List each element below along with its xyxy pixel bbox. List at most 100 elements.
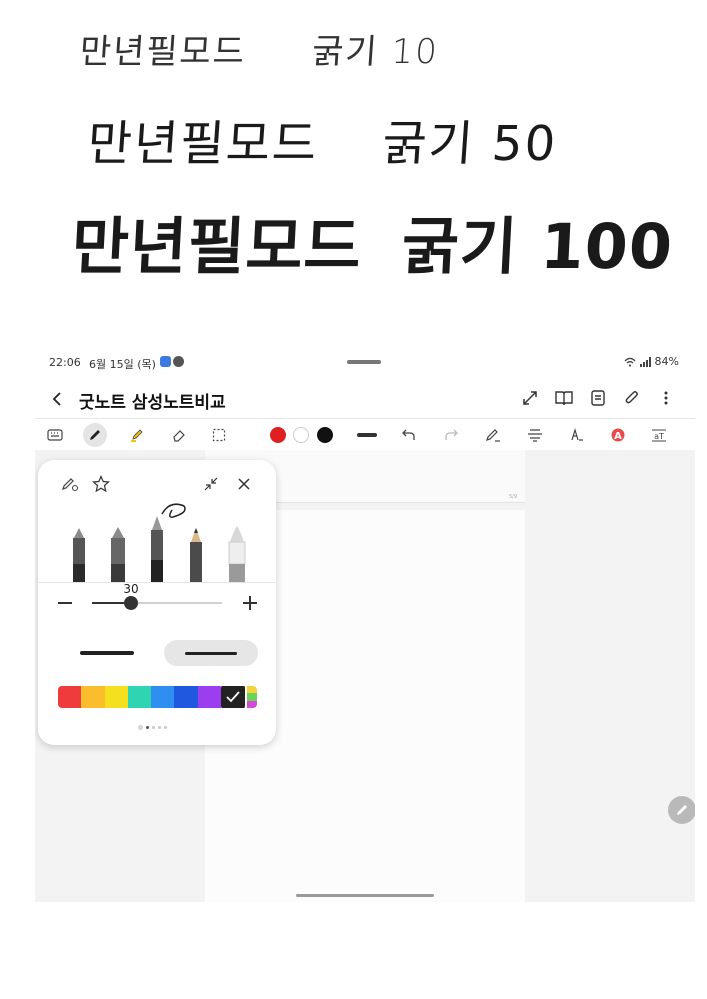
calligraphy-pen-option[interactable] bbox=[111, 527, 125, 582]
close-button[interactable] bbox=[234, 474, 254, 494]
svg-text:aT: aT bbox=[654, 432, 664, 441]
favorite-button[interactable] bbox=[91, 474, 111, 494]
increase-size-button[interactable] bbox=[243, 596, 257, 610]
palette-color[interactable] bbox=[127, 686, 152, 708]
page-title: 굿노트 삼성노트비교 bbox=[79, 393, 226, 413]
pen-to-text-button[interactable] bbox=[481, 423, 505, 447]
page-indicator-dot[interactable] bbox=[138, 725, 143, 730]
more-button[interactable] bbox=[655, 387, 677, 409]
app-notification-icon bbox=[160, 356, 171, 367]
book-icon bbox=[555, 391, 573, 406]
back-button[interactable] bbox=[51, 388, 71, 410]
text-style-icon: aT bbox=[652, 429, 666, 442]
palette-color[interactable] bbox=[151, 686, 175, 708]
stroke-size-button[interactable] bbox=[355, 423, 379, 447]
handwriting-line-100: 만년필모드 굵기 100 bbox=[70, 196, 676, 286]
handwriting-area: 만년필모드 굵기 10 만년필모드 굵기 50 만년필모드 굵기 100 bbox=[0, 0, 707, 300]
battery-level: 84% bbox=[654, 355, 679, 368]
fountain-pen-option[interactable] bbox=[73, 528, 85, 582]
size-slider-thumb[interactable] bbox=[124, 596, 138, 610]
attach-icon bbox=[625, 391, 638, 404]
page-indicator bbox=[138, 725, 167, 730]
pen-settings-icon bbox=[62, 478, 79, 492]
text-format-button[interactable] bbox=[564, 423, 588, 447]
pen-settings-button[interactable] bbox=[60, 474, 80, 494]
palette-color[interactable] bbox=[104, 686, 128, 708]
undo-button[interactable] bbox=[397, 423, 421, 447]
page-indicator-dot[interactable] bbox=[152, 726, 155, 729]
handwriting-mode-label: 만년필모드 bbox=[69, 210, 364, 283]
palette-color[interactable] bbox=[174, 686, 198, 708]
stroke-style-thin[interactable] bbox=[164, 640, 258, 666]
redo-button[interactable] bbox=[439, 423, 463, 447]
palette-color[interactable] bbox=[197, 686, 221, 708]
page-number: 5/9 bbox=[508, 494, 517, 500]
drawing-toolbar: A aT bbox=[35, 418, 695, 452]
pen-icon bbox=[90, 430, 100, 440]
redo-icon bbox=[445, 429, 458, 440]
size-value: 30 bbox=[123, 582, 139, 596]
lasso-icon bbox=[212, 428, 226, 442]
pen-tool-button[interactable] bbox=[83, 423, 107, 447]
stroke-style-row bbox=[38, 640, 276, 666]
status-time: 22:06 bbox=[49, 356, 81, 369]
more-colors-button[interactable] bbox=[246, 686, 257, 708]
wifi-icon bbox=[624, 357, 636, 367]
cloud-icon bbox=[173, 356, 184, 367]
palette-color[interactable] bbox=[81, 686, 105, 708]
pen-type-list bbox=[38, 500, 276, 583]
page-indicator-dot[interactable] bbox=[158, 726, 161, 729]
keyboard-icon bbox=[47, 429, 63, 441]
palette-color[interactable] bbox=[220, 686, 247, 708]
pen-icon bbox=[677, 805, 687, 815]
expand-button[interactable] bbox=[519, 387, 541, 409]
handwriting-line-10: 만년필모드 굵기 10 bbox=[78, 24, 440, 73]
stroke-size-icon bbox=[357, 433, 377, 437]
selected-color-check bbox=[220, 686, 245, 708]
page-list-button[interactable] bbox=[587, 387, 609, 409]
read-mode-button[interactable] bbox=[553, 387, 575, 409]
more-icon bbox=[664, 391, 668, 405]
close-icon bbox=[238, 478, 250, 490]
page-indicator-dot[interactable] bbox=[164, 726, 167, 729]
text-style-button[interactable]: aT bbox=[647, 423, 671, 447]
brush-option[interactable] bbox=[228, 526, 246, 582]
pen-to-text-icon bbox=[486, 429, 500, 442]
attach-button[interactable] bbox=[621, 387, 643, 409]
minimize-button[interactable] bbox=[201, 474, 221, 494]
color-swatch-white[interactable] bbox=[293, 427, 309, 443]
undo-icon bbox=[402, 429, 415, 440]
handwriting-line-50: 만년필모드 굵기 50 bbox=[86, 104, 560, 174]
app-bar: 굿노트 삼성노트비교 bbox=[35, 382, 695, 418]
pen-option[interactable] bbox=[151, 503, 186, 582]
highlighter-tool-button[interactable] bbox=[125, 423, 149, 447]
text-color-button[interactable]: A bbox=[606, 423, 630, 447]
app-bar-actions bbox=[519, 387, 677, 409]
lasso-tool-button[interactable] bbox=[207, 423, 231, 447]
pencil-option[interactable] bbox=[190, 528, 202, 582]
color-swatch-red[interactable] bbox=[270, 427, 286, 443]
floating-pen-button[interactable] bbox=[668, 796, 695, 824]
keyboard-button[interactable] bbox=[43, 423, 67, 447]
eraser-icon bbox=[173, 430, 185, 442]
text-format-icon bbox=[571, 428, 583, 441]
star-icon bbox=[92, 475, 110, 493]
palette-color[interactable] bbox=[58, 686, 82, 708]
multiwindow-handle[interactable] bbox=[347, 360, 381, 364]
handwriting-mode-label: 만년필모드 bbox=[78, 32, 248, 72]
eraser-tool-button[interactable] bbox=[167, 423, 191, 447]
gesture-bar[interactable] bbox=[296, 894, 434, 897]
notification-icons bbox=[160, 356, 184, 367]
status-bar: 22:06 6월 15일 (목) 84% bbox=[35, 342, 695, 382]
pen-settings-popup: 30 bbox=[38, 460, 276, 745]
stroke-style-round[interactable] bbox=[62, 640, 152, 666]
handwriting-thickness-label: 굵기 100 bbox=[400, 210, 675, 283]
stroke-preview bbox=[80, 651, 134, 655]
collapse-icon bbox=[204, 477, 218, 491]
color-swatch-black[interactable] bbox=[317, 427, 333, 443]
svg-text:A: A bbox=[614, 431, 622, 442]
page-indicator-dot[interactable] bbox=[146, 726, 149, 729]
align-button[interactable] bbox=[523, 423, 547, 447]
decrease-size-button[interactable] bbox=[58, 602, 72, 604]
stroke-preview bbox=[185, 651, 237, 655]
